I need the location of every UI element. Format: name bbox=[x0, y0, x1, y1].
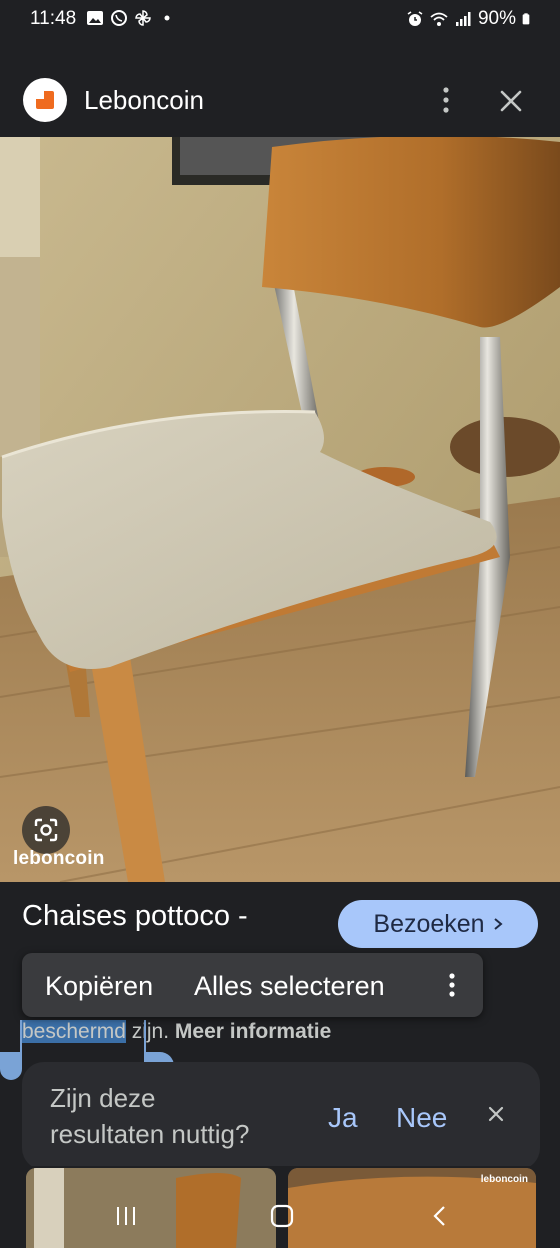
feedback-card: Zijn deze resultaten nuttig? Ja Nee bbox=[22, 1062, 540, 1170]
wifi-icon bbox=[430, 12, 448, 26]
status-time: 11:48 bbox=[30, 8, 77, 29]
visit-button[interactable]: Bezoeken bbox=[338, 900, 538, 948]
chevron-right-icon bbox=[493, 918, 503, 930]
pinwheel-icon bbox=[135, 10, 151, 26]
text-selection-menu: Kopiëren Alles selecteren bbox=[22, 953, 483, 1017]
close-icon[interactable] bbox=[498, 88, 524, 114]
selection-end-line bbox=[144, 1020, 146, 1052]
site-name[interactable]: Leboncoin bbox=[84, 85, 204, 116]
lens-icon bbox=[34, 818, 58, 842]
copy-menu-item[interactable]: Kopiëren bbox=[45, 971, 153, 1002]
image-watermark: leboncoin bbox=[13, 848, 105, 869]
system-navigation-bar bbox=[0, 1184, 560, 1248]
feedback-no-button[interactable]: Nee bbox=[396, 1102, 447, 1134]
lens-search-button[interactable] bbox=[22, 806, 70, 854]
more-info-link[interactable]: Meer informatie bbox=[175, 1020, 331, 1043]
battery-percentage: 90% bbox=[477, 8, 516, 29]
chair-photo bbox=[0, 137, 560, 882]
dot-icon bbox=[164, 15, 170, 21]
whatsapp-icon bbox=[111, 10, 127, 26]
feedback-yes-button[interactable]: Ja bbox=[328, 1102, 358, 1134]
snippet-text: zijn. bbox=[125, 1020, 175, 1043]
selected-text[interactable]: beschermd bbox=[22, 1020, 126, 1043]
viewer-header: Leboncoin bbox=[0, 62, 560, 142]
selection-start-line bbox=[20, 1020, 22, 1052]
signal-icon bbox=[455, 12, 471, 26]
feedback-question: Zijn deze resultaten nuttig? bbox=[50, 1080, 249, 1152]
recent-apps-icon[interactable] bbox=[113, 1204, 139, 1228]
more-options-icon[interactable] bbox=[434, 84, 458, 116]
gallery-icon bbox=[87, 11, 103, 25]
close-icon[interactable] bbox=[486, 1104, 506, 1124]
battery-icon bbox=[522, 13, 530, 25]
site-logo[interactable] bbox=[23, 78, 67, 122]
notification-icons bbox=[86, 9, 176, 27]
more-options-icon[interactable] bbox=[442, 969, 462, 1001]
result-snippet: beschermd zijn. Meer informatie bbox=[22, 1020, 331, 1044]
result-image[interactable] bbox=[0, 137, 560, 882]
selection-start-handle[interactable] bbox=[0, 1052, 22, 1080]
select-all-menu-item[interactable]: Alles selecteren bbox=[194, 971, 385, 1002]
home-icon[interactable] bbox=[268, 1202, 296, 1230]
leboncoin-logo-icon bbox=[36, 91, 54, 109]
alarm-icon bbox=[407, 11, 423, 26]
feedback-question-line1: Zijn deze bbox=[50, 1083, 156, 1113]
result-title[interactable]: Chaises pottoco - bbox=[22, 900, 248, 933]
back-icon[interactable] bbox=[430, 1204, 450, 1228]
feedback-question-line2: resultaten nuttig? bbox=[50, 1119, 250, 1149]
status-bar: 11:48 90% bbox=[0, 0, 560, 38]
system-icons: 90% bbox=[406, 8, 534, 30]
visit-button-label: Bezoeken bbox=[373, 909, 485, 938]
